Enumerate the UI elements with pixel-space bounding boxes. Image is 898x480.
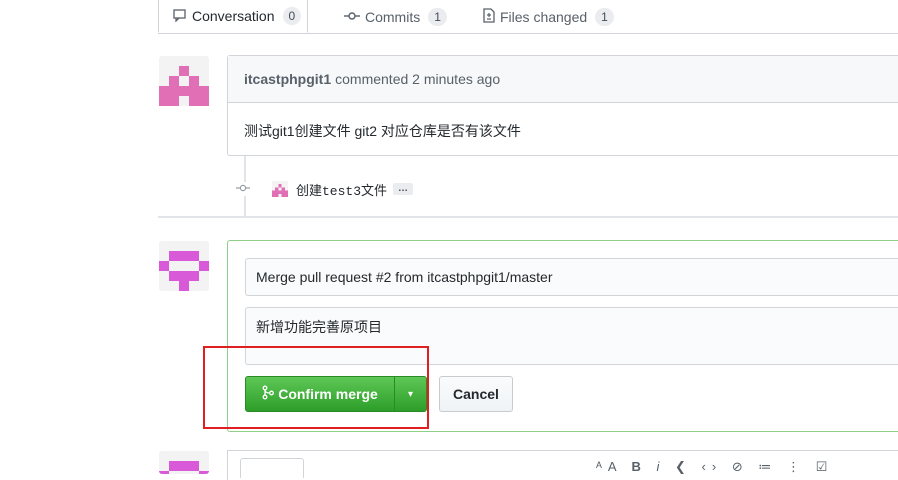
commit-author-avatar[interactable]	[272, 181, 288, 197]
comment-header: itcastphpgit1 commented 2 minutes ago	[228, 56, 898, 103]
tab-conversation-label: Conversation	[192, 8, 275, 24]
comment-timestamp: commented 2 minutes ago	[335, 71, 501, 87]
commit-row: 创建test3文件 …	[236, 178, 414, 200]
comment-icon	[173, 8, 187, 25]
timeline-divider	[158, 216, 898, 218]
code-icon[interactable]: ‹›	[702, 459, 723, 474]
commit-icon	[236, 182, 250, 196]
tab-files-changed[interactable]: Files changed 1	[483, 0, 614, 33]
cancel-button[interactable]: Cancel	[439, 376, 513, 412]
comment-body: 测试git1创建文件 git2 对应仓库是否有该文件	[244, 123, 521, 139]
merge-avatar[interactable]	[159, 241, 209, 291]
task-list-icon[interactable]: ☑	[816, 459, 834, 474]
quote-icon[interactable]: ❮	[675, 459, 692, 474]
tab-commits[interactable]: Commits 1	[344, 0, 447, 33]
annotation-highlight	[203, 346, 429, 429]
commit-message[interactable]: 创建test3文件	[296, 180, 387, 199]
tab-files-changed-count: 1	[595, 7, 614, 26]
merge-title-input[interactable]: Merge pull request #2 from itcastphpgit1…	[245, 258, 898, 296]
text-size-icon[interactable]: ᴬA	[596, 459, 622, 474]
commit-icon	[344, 9, 360, 24]
comment-author[interactable]: itcastphpgit1	[244, 71, 331, 87]
commit-expand-button[interactable]: …	[393, 183, 414, 195]
file-diff-icon	[483, 7, 495, 26]
avatar[interactable]	[159, 56, 209, 106]
ordered-list-icon[interactable]: ⋮	[787, 459, 806, 474]
pr-tabs: Conversation 0 Commits 1 Files changed 1	[158, 0, 898, 34]
unordered-list-icon[interactable]: ≔	[758, 459, 777, 474]
italic-icon[interactable]: i	[657, 459, 666, 474]
comment: itcastphpgit1 commented 2 minutes ago 测试…	[227, 55, 898, 156]
tab-commits-label: Commits	[365, 8, 421, 25]
link-icon[interactable]: ⊘	[732, 459, 749, 474]
tab-write[interactable]	[240, 458, 304, 478]
tab-files-changed-label: Files changed	[500, 8, 588, 25]
tab-commits-count: 1	[428, 7, 447, 26]
tab-conversation[interactable]: Conversation 0	[158, 0, 308, 33]
tab-conversation-count: 0	[282, 7, 302, 25]
markdown-toolbar: ᴬA B i ❮ ‹› ⊘ ≔ ⋮ ☑	[596, 459, 833, 475]
new-comment-avatar[interactable]	[159, 451, 209, 474]
bold-icon[interactable]: B	[631, 459, 646, 474]
